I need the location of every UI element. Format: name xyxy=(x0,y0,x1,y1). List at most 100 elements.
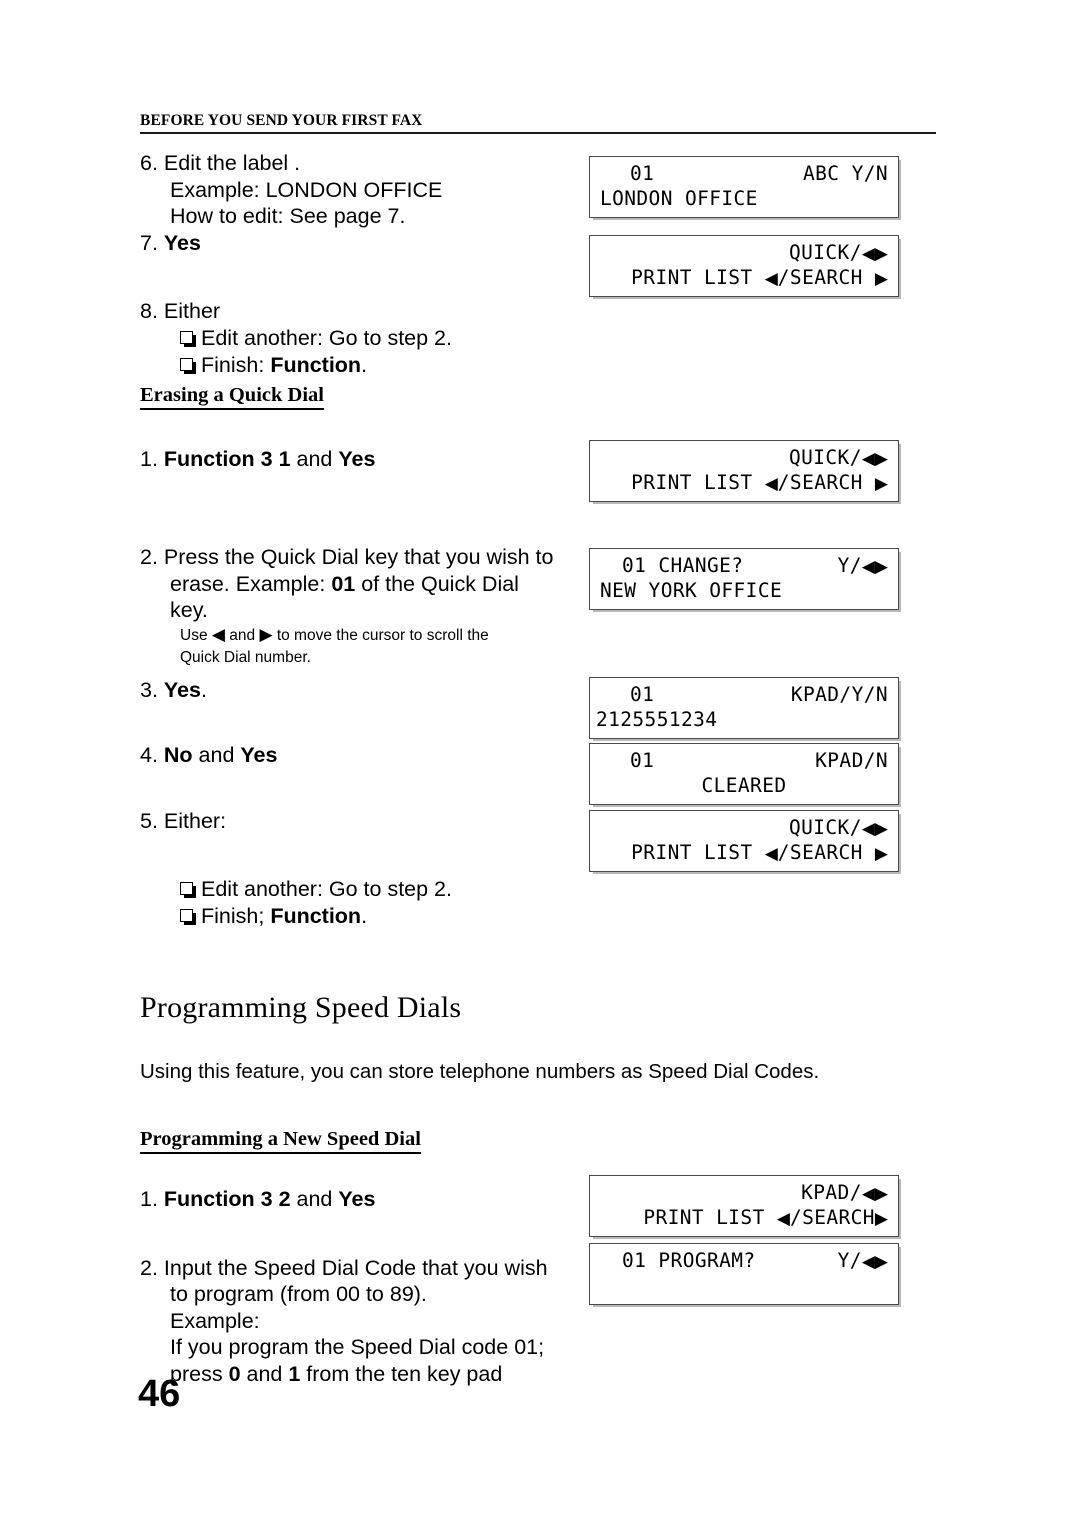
lcd-line-2: PRINT LIST ◀/SEARCH ▶ xyxy=(600,470,888,495)
arrow-left-icon: ◀ xyxy=(764,844,778,864)
lcd-line-2: PRINT LIST ◀/SEARCH ▶ xyxy=(600,840,888,865)
erase-step-4-key-yes: Yes xyxy=(240,743,278,767)
lcd-panel-label-london: 01 ABC Y/N LONDON OFFICE xyxy=(589,156,899,218)
erase-step-5-bullet-2-post: . xyxy=(361,904,368,928)
step-8-bullet-2-post: . xyxy=(361,352,368,377)
lcd-line-1: 01 CHANGE? Y/◀▶ xyxy=(600,553,888,578)
arrow-left-icon: ◀ xyxy=(211,624,225,645)
erase-step-1-key-function: Function 3 1 xyxy=(163,446,291,471)
erase-step-2-code: 01 xyxy=(331,571,356,596)
lcd-field-search: /SEARCH xyxy=(777,841,875,864)
step-8-line-1: 8. Either xyxy=(140,299,221,323)
lcd-field-printlist: PRINT LIST xyxy=(631,471,765,494)
lcd-panel-kpad-printlist: KPAD/◀▶ PRINT LIST ◀/SEARCH▶ xyxy=(589,1175,899,1237)
note-mid: and xyxy=(224,626,260,644)
step-8-bullet-2-wrap: Finish: Function. xyxy=(201,352,367,379)
arrow-left-right-icon: ◀▶ xyxy=(861,1184,888,1204)
lcd-field-search: /SEARCH xyxy=(789,1206,875,1229)
lcd-field-search: /SEARCH xyxy=(777,266,875,289)
lcd-field-mode: QUICK/ xyxy=(789,816,862,839)
erase-step-2-line-1: 2. Press the Quick Dial key that you wis… xyxy=(140,545,554,569)
erase-step-2-line-2: erase. Example: 01 of the Quick Dial xyxy=(140,571,570,598)
page-number: 46 xyxy=(138,1373,181,1415)
lcd-line-1: QUICK/◀▶ xyxy=(600,445,888,470)
subheading-erasing-quick-dial: Erasing a Quick Dial xyxy=(140,383,324,410)
lcd-field-code: 01 xyxy=(630,749,655,772)
prog-step-1-number: 1. xyxy=(140,1187,164,1211)
shadowed-square-bullet-icon xyxy=(180,357,196,374)
lcd-line-2: PRINT LIST ◀/SEARCH▶ xyxy=(600,1205,888,1230)
prog-step-2-line-3: Example: xyxy=(170,1308,260,1333)
erase-step-4-key-no: No xyxy=(163,743,193,767)
lcd-panel-change-newyork: 01 CHANGE? Y/◀▶ NEW YORK OFFICE xyxy=(589,548,899,610)
erase-step-5-bullet-2-wrap: Finish; Function. xyxy=(201,903,367,930)
subheading-programming-new-speed-dial-wrap: Programming a New Speed Dial xyxy=(140,1127,570,1154)
running-header: BEFORE YOU SEND YOUR FIRST FAX xyxy=(140,112,936,134)
erase-step-5: 5. Either: xyxy=(140,808,570,835)
lcd-field-printlist: PRINT LIST xyxy=(631,266,765,289)
lcd-field-printlist: PRINT LIST xyxy=(643,1206,777,1229)
lcd-field-printlist: PRINT LIST xyxy=(631,841,765,864)
arrow-left-icon: ◀ xyxy=(764,269,778,289)
step-6-line-2: Example: LONDON OFFICE xyxy=(170,177,443,202)
step-6: 6. Edit the label . Example: LONDON OFFI… xyxy=(140,150,570,230)
lcd-panel-cleared: 01 KPAD/N CLEARED xyxy=(589,743,899,805)
lcd-field-mode: KPAD/N xyxy=(815,749,888,772)
lcd-line-1: 01 PROGRAM? Y/◀▶ xyxy=(600,1248,888,1273)
lcd-line-1: KPAD/◀▶ xyxy=(600,1180,888,1205)
erase-step-5-bullet-1-text: Edit another: Go to step 2. xyxy=(201,877,452,901)
erase-step-1: 1. Function 3 1 and Yes xyxy=(140,446,570,473)
erase-step-5-line-1: 5. Either: xyxy=(140,808,227,833)
erase-step-5-bullet-2-pre: Finish; xyxy=(201,904,271,928)
lcd-panel-program: 01 PROGRAM? Y/◀▶ xyxy=(589,1243,899,1305)
running-header-title: BEFORE YOU SEND YOUR FIRST FAX xyxy=(140,112,423,129)
arrow-left-right-icon: ◀▶ xyxy=(861,557,888,577)
erase-step-2-line-3: key. xyxy=(170,598,208,622)
erase-step-3-key-yes: Yes xyxy=(163,677,201,702)
erase-step-5-bullet-2: Finish; Function. xyxy=(140,903,570,930)
erase-step-1-key-yes: Yes xyxy=(338,446,376,471)
lcd-field-mode-wrap: Y/◀▶ xyxy=(838,1248,888,1275)
prog-step-2-key-0: 0 xyxy=(228,1361,241,1386)
erase-step-1-number: 1. xyxy=(140,446,164,471)
erase-step-3: 3. Yes. xyxy=(140,677,570,704)
erase-step-4: 4. No and Yes xyxy=(140,742,570,769)
prog-step-2-line-4: If you program the Speed Dial code 01; xyxy=(170,1335,545,1359)
step-7-key-yes: Yes xyxy=(163,230,201,255)
prog-step-1-key-yes: Yes xyxy=(338,1187,376,1211)
erase-step-2: 2. Press the Quick Dial key that you wis… xyxy=(140,544,570,624)
prog-step-2-line-1: 2. Input the Speed Dial Code that you wi… xyxy=(140,1255,548,1280)
step-6-line-3: How to edit: See page 7. xyxy=(170,204,406,228)
lcd-line-2: NEW YORK OFFICE xyxy=(600,579,783,602)
shadowed-square-bullet-icon xyxy=(180,882,196,898)
arrow-left-right-icon: ◀▶ xyxy=(861,449,888,469)
lcd-line-2 xyxy=(600,1273,888,1298)
lcd-line-1: QUICK/◀▶ xyxy=(600,815,888,840)
lcd-field-code: 01 xyxy=(630,162,655,185)
arrow-right-icon: ▶ xyxy=(259,624,273,645)
lcd-field-mode: QUICK/ xyxy=(789,241,862,264)
instructions-column: 6. Edit the label . Example: LONDON OFFI… xyxy=(140,150,819,1387)
arrow-right-icon: ▶ xyxy=(874,474,888,494)
arrow-left-right-icon: ◀▶ xyxy=(861,1252,888,1272)
lcd-field-mode: Y/ xyxy=(837,1249,862,1272)
subheading-erasing-quick-dial-wrap: Erasing a Quick Dial xyxy=(140,383,570,410)
arrow-left-right-icon: ◀▶ xyxy=(861,244,888,264)
erase-step-2-note-line-1: Use ◀ and ▶ to move the cursor to scroll… xyxy=(180,624,570,647)
section-intro-paragraph: Using this feature, you can store teleph… xyxy=(140,1060,820,1083)
section-heading-programming-speed-dials: Programming Speed Dials xyxy=(140,991,462,1024)
shadowed-square-bullet-icon xyxy=(180,909,196,925)
erase-step-3-post: . xyxy=(200,677,207,702)
prog-step-1: 1. Function 3 2 and Yes xyxy=(140,1186,570,1213)
erase-step-4-number: 4. xyxy=(140,743,164,767)
step-8: 8. Either xyxy=(140,298,570,325)
lcd-panel-quick-printlist-2: QUICK/◀▶ PRINT LIST ◀/SEARCH ▶ xyxy=(589,440,899,502)
lcd-field-mode-wrap: Y/◀▶ xyxy=(838,553,888,580)
step-8-bullet-1-text: Edit another: Go to step 2. xyxy=(201,325,452,350)
step-8-bullet-2-key: Function xyxy=(270,352,362,377)
step-7: 7. Yes xyxy=(140,230,570,257)
subheading-programming-new-speed-dial: Programming a New Speed Dial xyxy=(140,1127,421,1154)
lcd-panel-number-kpad: 01 KPAD/Y/N 2125551234 xyxy=(589,677,899,739)
step-6-line-1: 6. Edit the label . xyxy=(140,151,301,175)
erase-step-1-and: and xyxy=(290,446,339,471)
